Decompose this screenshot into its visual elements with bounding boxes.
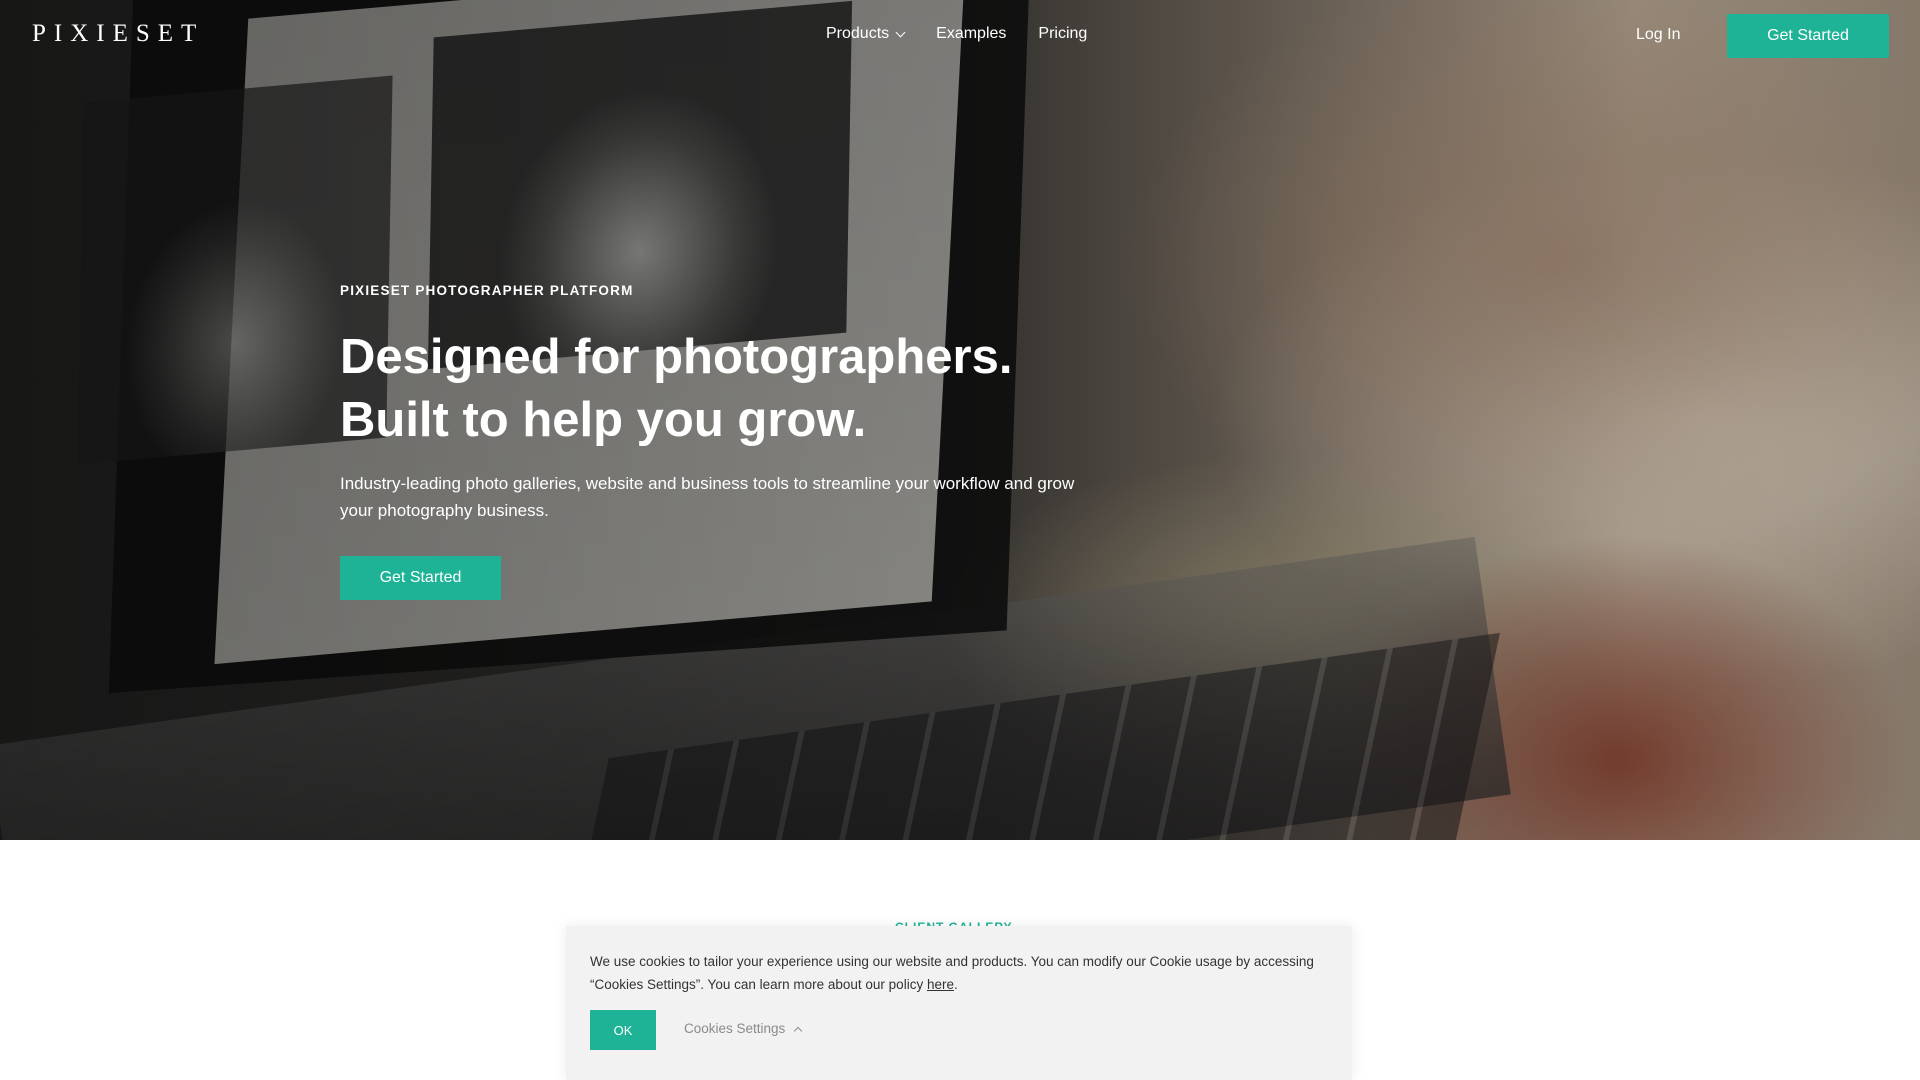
nav-item-label: Examples <box>936 25 1007 42</box>
login-link[interactable]: Log In <box>1636 26 1680 44</box>
hero-headline: Designed for photographers. Built to hel… <box>340 326 1012 452</box>
nav-item-pricing[interactable]: Pricing <box>1038 25 1087 43</box>
hero-eyebrow: PIXIESET PHOTOGRAPHER PLATFORM <box>340 283 634 298</box>
chevron-down-icon <box>895 27 906 37</box>
get-started-nav-button[interactable]: Get Started <box>1727 14 1889 58</box>
hero-headline-line-2: Built to help you grow. <box>340 393 867 447</box>
hero-section: PIXIESET Products Examples Pricing Log I… <box>0 0 1920 840</box>
cookies-settings-label: Cookies Settings <box>684 1021 786 1036</box>
primary-nav: Products Examples Pricing <box>826 25 1087 43</box>
get-started-hero-button[interactable]: Get Started <box>340 556 501 600</box>
cookie-policy-link[interactable]: here <box>927 977 954 992</box>
nav-item-label: Pricing <box>1038 25 1088 42</box>
hero-headline-line-1: Designed for photographers. <box>340 330 1013 384</box>
chevron-up-icon <box>794 1026 803 1035</box>
page: PIXIESET Products Examples Pricing Log I… <box>0 0 1920 1080</box>
nav-item-products[interactable]: Products <box>826 25 906 43</box>
cookie-ok-button[interactable]: OK <box>590 1010 656 1050</box>
nav-item-label: Products <box>826 25 890 42</box>
cookie-banner: We use cookies to tailor your experience… <box>566 926 1352 1080</box>
cookies-settings-button[interactable]: Cookies Settings <box>684 1021 803 1036</box>
top-navigation: PIXIESET Products Examples Pricing Log I… <box>0 0 1920 72</box>
pixieset-logo[interactable]: PIXIESET <box>32 20 204 48</box>
cookie-banner-text: We use cookies to tailor your experience… <box>590 950 1320 996</box>
hero-subheadline: Industry-leading photo galleries, websit… <box>340 474 1075 520</box>
cookie-text-end: . <box>953 977 958 992</box>
nav-item-examples[interactable]: Examples <box>936 25 1006 43</box>
